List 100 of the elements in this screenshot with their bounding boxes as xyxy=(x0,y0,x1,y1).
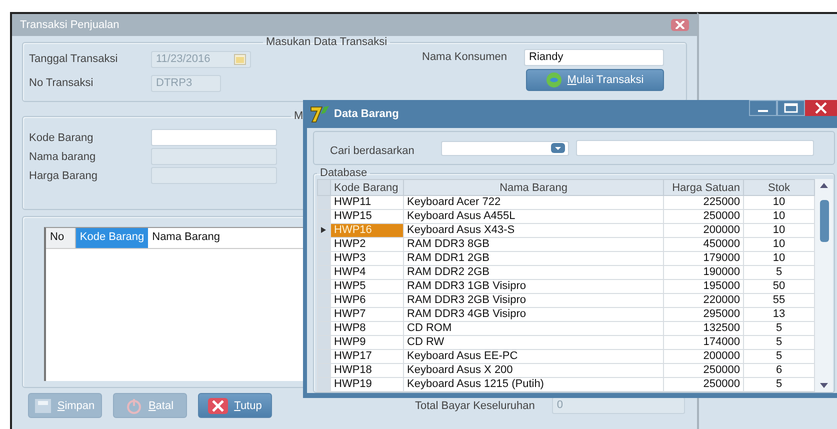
table-cell: 10 xyxy=(744,252,814,266)
field-label: Kode Barang xyxy=(29,132,94,144)
table-cell: 295000 xyxy=(664,308,744,322)
table-cell: 450000 xyxy=(664,238,744,252)
table-cell: 220000 xyxy=(664,294,744,308)
column-header[interactable]: Nama Barang xyxy=(148,228,306,248)
table-cell: 250000 xyxy=(664,364,744,378)
table-cell: 10 xyxy=(744,210,814,224)
table-cell: 195000 xyxy=(664,280,744,294)
scrollbar[interactable] xyxy=(815,179,833,392)
table-cell: HWP11 xyxy=(330,196,404,210)
group-title: M xyxy=(293,110,304,122)
scroll-down-icon xyxy=(820,383,828,388)
start-transaction-button[interactable]: Mulai Transaksi xyxy=(526,69,664,91)
field-label: Tanggal Transaksi xyxy=(29,53,119,65)
column-header[interactable]: No xyxy=(46,228,76,248)
column-header[interactable]: Nama Barang xyxy=(404,180,664,196)
table-cell: 10 xyxy=(744,238,814,252)
table-cell: 50 xyxy=(744,280,814,294)
table-cell: HWP4 xyxy=(330,266,404,280)
table-cell: 5 xyxy=(744,336,814,350)
date-field[interactable]: 11/23/2016 xyxy=(151,50,251,68)
table-cell: 5 xyxy=(744,350,814,364)
table-cell: Keyboard Asus A455L xyxy=(404,210,664,224)
table-cell: HWP5 xyxy=(330,280,404,294)
column-header[interactable]: Harga Satuan xyxy=(664,180,744,196)
search-label: Cari berdasarkan xyxy=(329,144,416,157)
power-icon xyxy=(126,398,142,414)
table-cell: RAM DDR3 4GB Visipro xyxy=(404,308,664,322)
table-cell: 5 xyxy=(744,378,814,392)
table-cell: 225000 xyxy=(664,196,744,210)
table-cell: Keyboard Asus EE-PC xyxy=(404,350,664,364)
table-cell: 10 xyxy=(744,196,814,210)
field-label: Nama barang xyxy=(29,150,97,162)
table-cell: Keyboard Asus 1215 (Putih) xyxy=(404,378,664,392)
table-cell: HWP19 xyxy=(330,378,404,392)
table-cell: Keyboard Asus X 200 xyxy=(404,364,664,378)
current-row-icon xyxy=(321,227,326,233)
table-cell: 132500 xyxy=(664,322,744,336)
table-cell: RAM DDR3 2GB Visipro xyxy=(404,294,664,308)
table-cell: 5 xyxy=(744,322,814,336)
globe-icon xyxy=(546,72,562,88)
column-header[interactable]: Stok xyxy=(744,180,814,196)
app-logo-icon xyxy=(310,105,330,123)
minimize-icon xyxy=(758,110,768,112)
table-cell: RAM DDR3 8GB xyxy=(404,238,664,252)
customer-field[interactable]: Riandy xyxy=(524,48,664,66)
table-cell: HWP16 xyxy=(330,224,404,238)
input-field[interactable] xyxy=(151,129,277,146)
row-header[interactable] xyxy=(318,224,330,238)
table-cell: HWP9 xyxy=(330,336,404,350)
close-button[interactable]: Tutup xyxy=(198,393,272,418)
table-cell: RAM DDR1 2GB xyxy=(404,252,664,266)
table-cell: 250000 xyxy=(664,378,744,392)
table-cell: RAM DDR3 1GB Visipro xyxy=(404,280,664,294)
close-icon xyxy=(208,398,228,414)
table-cell: RAM DDR2 2GB xyxy=(404,266,664,280)
dropdown-icon xyxy=(551,143,565,153)
column-header[interactable]: Kode Barang xyxy=(76,228,148,248)
close-button[interactable] xyxy=(805,100,837,116)
table-cell: 6 xyxy=(744,364,814,378)
group-title: Database xyxy=(319,167,368,179)
search-field[interactable] xyxy=(576,140,814,156)
search-by-dropdown[interactable] xyxy=(441,140,569,156)
table-cell: 5 xyxy=(744,266,814,280)
table-cell: HWP6 xyxy=(330,294,404,308)
dialog-title: Data Barang xyxy=(334,108,399,120)
table-cell: CD RW xyxy=(404,336,664,350)
table-cell: 179000 xyxy=(664,252,744,266)
maximize-icon xyxy=(784,103,798,113)
table-cell: HWP17 xyxy=(330,350,404,364)
window-title: Transaksi Penjualan xyxy=(20,19,120,31)
table-cell: CD ROM xyxy=(404,322,664,336)
group-title: Masukan Data Transaksi xyxy=(265,36,388,48)
maximize-button[interactable] xyxy=(777,100,805,116)
calendar-icon xyxy=(234,54,246,64)
total-label: Total Bayar Keseluruhan xyxy=(415,400,535,412)
table-cell: HWP7 xyxy=(330,308,404,322)
table-cell: 200000 xyxy=(664,224,744,238)
table-cell: 10 xyxy=(744,224,814,238)
table-cell: HWP18 xyxy=(330,364,404,378)
table-cell: 250000 xyxy=(664,210,744,224)
table-cell: HWP8 xyxy=(330,322,404,336)
minimize-button[interactable] xyxy=(749,100,777,116)
table-cell: 55 xyxy=(744,294,814,308)
scroll-thumb[interactable] xyxy=(820,200,828,242)
total-field[interactable]: 0 xyxy=(552,397,685,414)
table-cell: Keyboard Acer 722 xyxy=(404,196,664,210)
table-cell: 200000 xyxy=(664,350,744,364)
field-label: No Transaksi xyxy=(29,77,94,89)
field-label: Nama Konsumen xyxy=(422,51,508,63)
table-cell: Keyboard Asus X43-S xyxy=(404,224,664,238)
column-header[interactable]: Kode Barang xyxy=(330,180,404,196)
transaction-number-field[interactable]: DTRP3 xyxy=(151,74,221,92)
table-cell: 190000 xyxy=(664,266,744,280)
field-label: Harga Barang xyxy=(29,170,98,182)
close-icon xyxy=(814,102,828,114)
close-button[interactable] xyxy=(671,19,689,31)
table-cell: 174000 xyxy=(664,336,744,350)
table-cell: HWP3 xyxy=(330,252,404,266)
